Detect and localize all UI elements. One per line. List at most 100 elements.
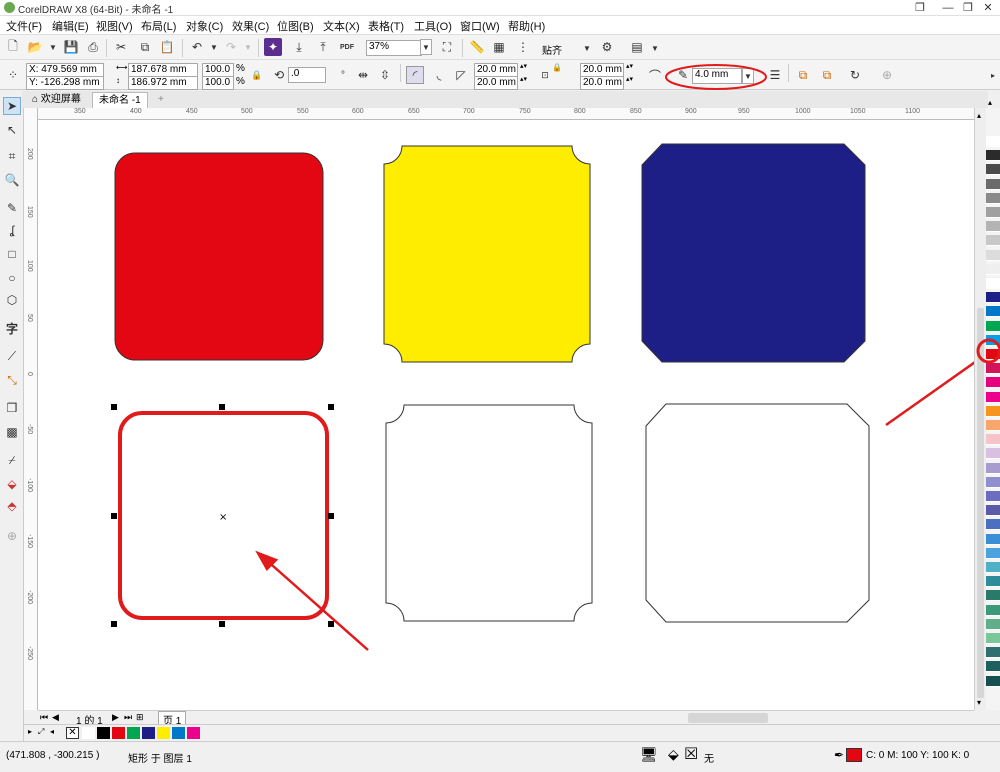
palette-swatch[interactable] [986,491,1000,502]
add-page-icon[interactable]: ⊞ [136,712,144,723]
menu-object[interactable]: 对象(C) [186,18,223,34]
palette-swatch[interactable] [986,647,1000,659]
minimize-button[interactable]: — [938,0,958,16]
undo-dropdown-icon[interactable]: ▼ [205,38,223,56]
redo-icon[interactable]: ↷ [222,38,240,56]
freehand-tool-icon[interactable]: ✎ [3,199,21,217]
artistic-media-icon[interactable]: ʆ [3,221,21,239]
palette-swatch[interactable] [986,661,1000,673]
previous-page-icon[interactable]: ◀ [52,712,59,723]
relative-corner-scaling-icon[interactable]: ⌒ [646,66,664,84]
corner-lock-icon[interactable]: 🔒 [552,63,562,72]
first-page-icon[interactable]: ⏮ [40,712,48,723]
new-document-icon[interactable]: 🗋 [4,38,22,56]
corner-radius-bottom-left-field[interactable]: 20.0 mm [474,76,518,90]
document-palette-swatch[interactable] [97,727,110,739]
palette-swatch[interactable] [986,136,1000,147]
document-palette-swatch[interactable] [82,727,95,739]
shape-tool-icon[interactable]: ↖ [3,121,21,139]
palette-options-icon[interactable]: ▸ [28,727,32,736]
rotation-angle-field[interactable]: .0 [288,67,326,83]
menu-layout[interactable]: 布局(L) [141,18,176,34]
palette-swatch[interactable] [986,178,1000,190]
palette-swatch[interactable] [986,391,1000,403]
mirror-vertical-icon[interactable]: ⇳ [376,66,394,84]
maximize-button[interactable]: ❐ [958,0,978,16]
spin-icon[interactable]: ▴▾ [520,75,527,83]
options-gear-icon[interactable]: ⚙ [598,38,616,56]
document-palette-swatch[interactable] [112,727,125,739]
palette-swatch[interactable] [986,377,1000,389]
palette-swatch[interactable] [986,320,1000,332]
outline-chamfered-rectangle[interactable] [645,403,870,623]
yellow-scalloped-rectangle[interactable] [383,145,591,363]
open-dropdown-icon[interactable]: ▼ [44,38,62,56]
palette-swatch[interactable] [986,633,1000,644]
palette-swatch[interactable] [986,164,1000,176]
application-launcher-icon[interactable]: ▤ [628,38,646,56]
crop-tool-icon[interactable]: ⌗ [3,147,21,165]
menu-window[interactable]: 窗口(W) [460,18,500,34]
publish-pdf-icon[interactable]: PDF [338,38,356,56]
text-tool-icon[interactable]: 字 [3,319,21,337]
document-palette-swatch[interactable] [157,727,170,739]
spin-icon[interactable]: ▴▾ [520,62,527,70]
vertical-scrollbar[interactable]: ▴ ▾ [974,108,986,710]
no-color-swatch[interactable]: ✕ [66,727,79,739]
palette-swatch[interactable] [986,405,1000,417]
corner-radius-top-right-field[interactable]: 20.0 mm [580,63,624,77]
search-content-icon[interactable]: ✦ [264,38,282,56]
palette-swatch[interactable] [986,675,1000,687]
palette-swatch[interactable] [986,604,1000,616]
menu-help[interactable]: 帮助(H) [508,18,545,34]
palette-swatch[interactable] [986,292,1000,304]
undo-icon[interactable]: ↶ [188,38,206,56]
show-guidelines-icon[interactable]: ⋮ [514,38,532,56]
parallel-dimension-icon[interactable]: ⟋ [3,347,21,365]
zoom-tool-icon[interactable]: 🔍 [3,171,21,189]
outline-scalloped-rectangle[interactable] [385,404,593,622]
palette-swatch[interactable] [986,420,1000,431]
document-palette-swatch[interactable] [187,727,200,739]
palette-swatch[interactable] [986,505,1000,517]
export-icon[interactable]: ⤒ [314,38,332,56]
lock-ratio-icon[interactable]: 🔒 [248,66,266,84]
menu-file[interactable]: 文件(F) [6,18,42,34]
palette-swatch[interactable] [986,590,1000,602]
zoom-level-field[interactable]: 37% [366,40,422,56]
convert-to-curves-icon[interactable]: ↻ [846,66,864,84]
add-tab-icon[interactable]: + [152,92,170,108]
palette-swatch[interactable] [986,235,1000,247]
zoom-dropdown-icon[interactable]: ▼ [420,39,432,55]
palette-swatch[interactable] [986,221,1000,233]
outline-pen-icon[interactable]: ✒ [834,748,844,762]
palette-swatch[interactable] [986,533,1000,545]
palette-swatch[interactable] [986,576,1000,588]
transparency-icon[interactable]: ▩ [3,423,21,441]
palette-swatch[interactable] [986,519,1000,531]
document-palette-swatch[interactable] [172,727,185,739]
close-button[interactable]: ✕ [978,0,998,16]
palette-swatch[interactable] [986,306,1000,318]
cut-icon[interactable]: ✂ [112,38,130,56]
palette-swatch[interactable] [986,562,1000,573]
ellipse-tool-icon[interactable]: ○ [3,269,21,287]
smart-fill-icon[interactable]: ⬘ [3,497,21,515]
palette-swatch[interactable] [986,434,1000,446]
palette-scroll-up-icon[interactable]: ▴ [988,98,992,107]
show-grid-icon[interactable]: ▦ [490,38,508,56]
launcher-dropdown-icon[interactable]: ▼ [646,39,664,57]
palette-swatch[interactable] [986,448,1000,460]
palette-swatch[interactable] [986,278,1000,289]
menu-text[interactable]: 文本(X) [323,18,360,34]
vertical-ruler[interactable]: 200 150 100 50 0 -50 -100 -150 -200 -250 [24,108,38,710]
menu-table[interactable]: 表格(T) [368,18,404,34]
height-field[interactable]: 186.972 mm [128,76,198,90]
width-field[interactable]: 187.678 mm [128,63,198,77]
menu-view[interactable]: 视图(V) [96,18,133,34]
show-rulers-icon[interactable]: 📏 [468,38,486,56]
eyedropper-icon[interactable]: ⌿ [3,451,21,469]
to-back-of-layer-icon[interactable]: ⧉ [818,66,836,84]
spin-icon[interactable]: ▴▾ [626,75,633,83]
corner-radius-top-left-field[interactable]: 20.0 mm [474,63,518,77]
